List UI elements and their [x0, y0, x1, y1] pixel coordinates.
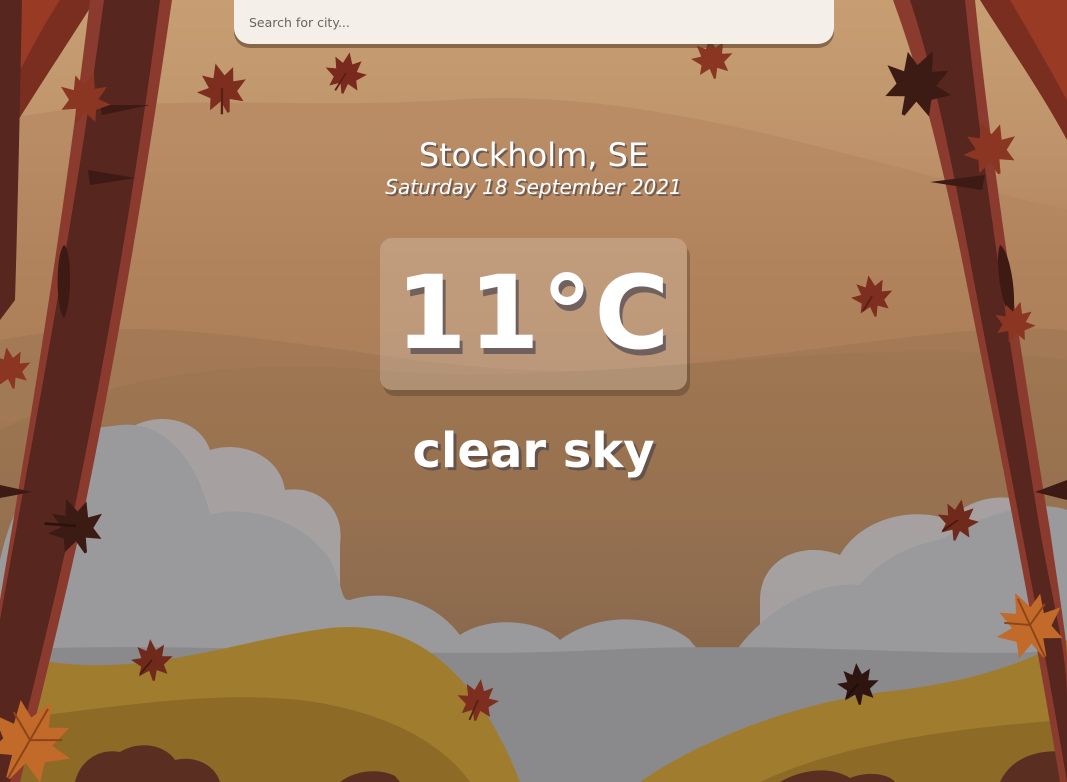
temperature-box: 11°C	[380, 238, 687, 390]
location-label: Stockholm, SE	[418, 136, 649, 174]
location-box: Stockholm, SE Saturday 18 September 2021	[0, 136, 1067, 200]
weather-app: Stockholm, SE Saturday 18 September 2021…	[0, 0, 1067, 782]
search-box	[234, 0, 834, 44]
temperature-value: 11°C	[395, 254, 672, 373]
date-label: Saturday 18 September 2021	[385, 175, 682, 199]
autumn-background	[0, 0, 1067, 782]
search-input[interactable]	[234, 0, 834, 44]
weather-description: clear sky	[412, 423, 655, 479]
maple-leaf-icon	[325, 52, 367, 94]
